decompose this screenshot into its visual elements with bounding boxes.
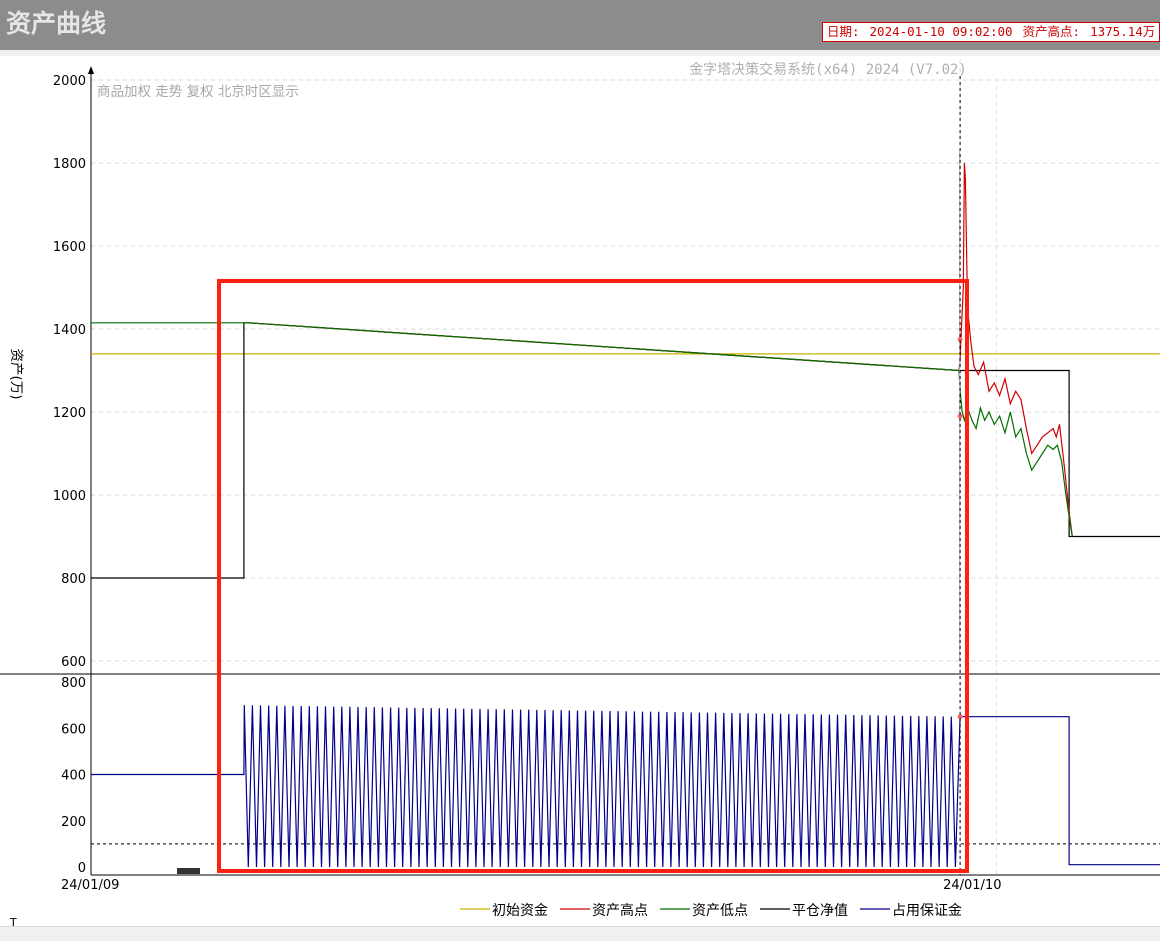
series-margin-used	[91, 705, 1160, 868]
y-tick-label-1400: 1400	[53, 323, 86, 338]
legend-label-2: 资产低点	[692, 903, 748, 919]
y-tick-label-1800: 1800	[53, 157, 86, 172]
legend-label-0: 初始资金	[492, 902, 548, 919]
asset-curve-chart[interactable]: 600800100012001400160018002000金字塔决策交易系统(…	[0, 0, 1160, 940]
x-scroll-marker	[177, 868, 200, 874]
legend-label-4: 占用保证金	[892, 903, 962, 919]
x-tick-label-0: 24/01/09	[61, 878, 119, 893]
y2-tick-label-400: 400	[61, 769, 86, 784]
y-tick-label-1600: 1600	[53, 240, 86, 255]
y-axis-label: 资产(万)	[8, 348, 24, 399]
y-tick-label-1200: 1200	[53, 406, 86, 421]
series-asset-low	[91, 322, 1073, 537]
y-tick-label-2000: 2000	[53, 74, 86, 89]
chart-subtitle: 商品加权 走势 复权 北京时区显示	[97, 83, 299, 100]
x-tick-label-1: 24/01/10	[943, 878, 1001, 893]
series-asset-high	[248, 162, 1073, 537]
y2-tick-label-200: 200	[61, 815, 86, 830]
legend-label-1: 资产高点	[592, 902, 648, 919]
y-tick-label-800: 800	[61, 572, 86, 587]
y-tick-label-600: 600	[61, 655, 86, 670]
y-tick-label-1000: 1000	[53, 489, 86, 504]
status-bar	[0, 926, 1160, 941]
y2-tick-label-0: 0	[78, 861, 86, 876]
y2-tick-label-800: 800	[61, 676, 86, 691]
y-axis-arrow	[88, 66, 94, 74]
series-close-equity	[91, 322, 1160, 579]
legend-label-3: 平仓净值	[792, 903, 848, 919]
watermark: 金字塔决策交易系统(x64) 2024 (V7.02)	[689, 61, 967, 78]
y2-tick-label-600: 600	[61, 722, 86, 737]
